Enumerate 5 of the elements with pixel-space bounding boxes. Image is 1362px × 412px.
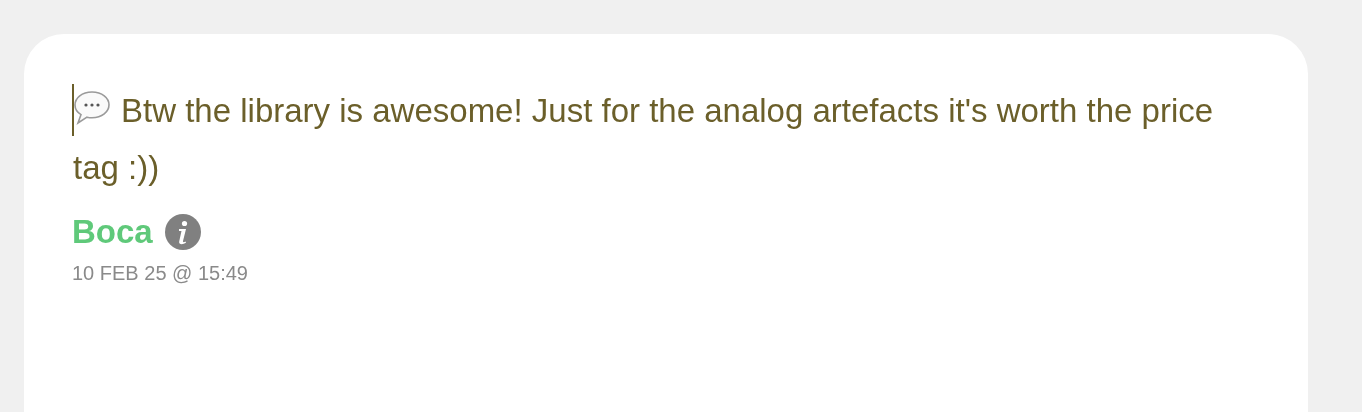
info-icon[interactable]: [164, 214, 201, 250]
speech-bubble-icon: [73, 90, 111, 126]
review-date: 10 FEB 25 @ 15:49: [72, 261, 249, 286]
author-name: Boca: [72, 212, 153, 252]
review-text: Btw the library is awesome! Just for the analog artefacts it's worth the price tag :)): [73, 89, 1215, 188]
